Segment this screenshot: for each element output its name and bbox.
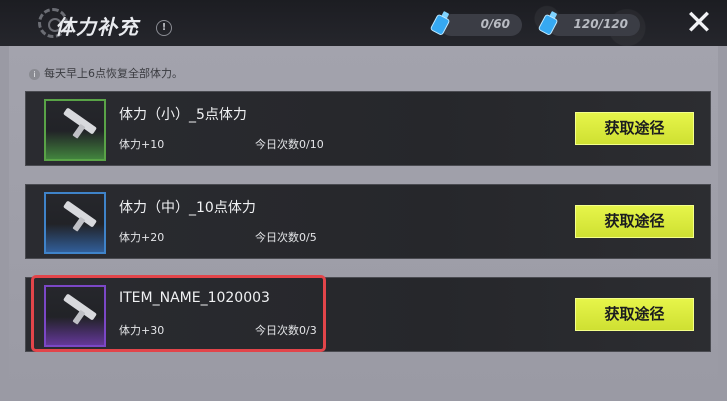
item-name: 体力（小）_5点体力 (119, 107, 247, 123)
item-name: 体力（中）_10点体力 (119, 200, 256, 216)
item-bonus: 体力+10 (119, 138, 165, 151)
top-bar: 体力补充 ! 0/60 120/120 ✕ (0, 0, 727, 46)
acquire-button[interactable]: 获取途径 (575, 205, 694, 238)
daily-count: 今日次数0/5 (255, 231, 317, 244)
acquire-button[interactable]: 获取途径 (575, 298, 694, 331)
page-title: 体力补充 (55, 15, 139, 39)
notice: i 每天早上6点恢复全部体力。 (29, 65, 183, 81)
info-icon[interactable]: ! (156, 20, 172, 36)
stamina-resource-1: 0/60 (429, 10, 522, 36)
item-icon-frame[interactable] (44, 192, 106, 254)
item-icon-frame[interactable] (44, 99, 106, 161)
highlight-frame (31, 275, 326, 352)
stamina-resource-2: 120/120 (537, 10, 640, 36)
close-button[interactable]: ✕ (676, 3, 722, 43)
item-card: 体力（中）_10点体力 体力+20 今日次数0/5 获取途径 (25, 184, 711, 259)
stamina-panel: i 每天早上6点恢复全部体力。 体力（小）_5点体力 体力+10 今日次数0/10… (9, 46, 718, 401)
item-card: 体力（小）_5点体力 体力+10 今日次数0/10 获取途径 (25, 91, 711, 166)
acquire-button[interactable]: 获取途径 (575, 112, 694, 145)
daily-count: 今日次数0/10 (255, 138, 324, 151)
info-icon: i (29, 69, 40, 80)
resource-value: 0/60 (480, 17, 510, 31)
stamina-bottle-icon (429, 9, 453, 37)
resource-value: 120/120 (573, 17, 628, 31)
notice-text: 每天早上6点恢复全部体力。 (44, 67, 183, 80)
item-bonus: 体力+20 (119, 231, 165, 244)
